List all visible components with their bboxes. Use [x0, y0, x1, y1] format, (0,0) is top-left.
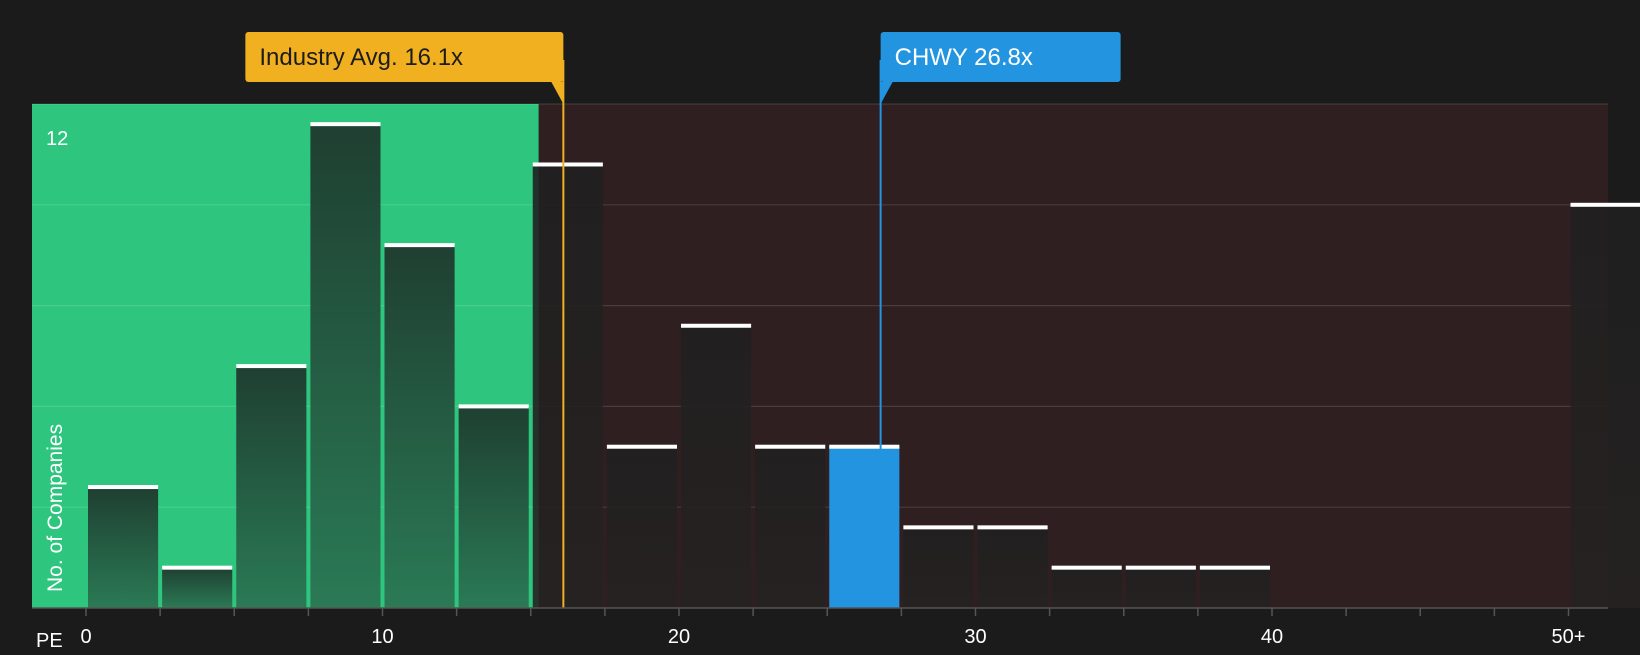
y-axis-label: No. of Companies — [44, 424, 67, 592]
company-pe-label: CHWY 26.8x — [895, 44, 1033, 71]
bar-top-cap — [829, 445, 899, 449]
bar-top-cap — [459, 404, 529, 408]
histogram-bar — [236, 366, 306, 608]
histogram-bar — [829, 447, 899, 608]
x-tick-label: 40 — [1261, 626, 1283, 648]
bar-top-cap — [385, 243, 455, 247]
histogram-bar — [385, 245, 455, 608]
histogram-bar — [1126, 568, 1196, 608]
bar-top-cap — [1200, 566, 1270, 570]
bar-top-cap — [1126, 566, 1196, 570]
histogram-bar — [1571, 205, 1640, 608]
histogram-bar — [755, 447, 825, 608]
pe-distribution-chart: Industry Avg. 16.1x CHWY 26.8x 0 10 20 30 40 5… — [0, 0, 1640, 650]
bar-top-cap — [1571, 203, 1640, 207]
histogram-bar — [88, 487, 158, 608]
callout-pointer — [551, 82, 563, 104]
histogram-bar — [903, 527, 973, 608]
x-tick-label: 20 — [668, 626, 690, 648]
histogram-bar — [681, 326, 751, 608]
bar-top-cap — [903, 525, 973, 529]
bar-top-cap — [533, 162, 603, 166]
histogram-bar — [162, 568, 232, 608]
bar-top-cap — [310, 122, 380, 126]
histogram-bar — [607, 447, 677, 608]
callout-pointer — [881, 82, 893, 104]
x-tick-label: 30 — [964, 626, 986, 648]
bar-top-cap — [978, 525, 1048, 529]
x-axis-label: PE — [36, 630, 63, 650]
bar-top-cap — [681, 324, 751, 328]
bar-top-cap — [88, 485, 158, 489]
chart-svg: Industry Avg. 16.1x CHWY 26.8x 0 10 20 30 40 5… — [0, 0, 1640, 650]
histogram-bar — [1052, 568, 1122, 608]
industry-average-label: Industry Avg. 16.1x — [259, 44, 463, 71]
histogram-bar — [1200, 568, 1270, 608]
x-tick-label: 0 — [80, 626, 91, 648]
histogram-bar — [978, 527, 1048, 608]
bar-top-cap — [236, 364, 306, 368]
histogram-bar — [310, 124, 380, 608]
bar-top-cap — [755, 445, 825, 449]
y-tick-label: 12 — [46, 128, 68, 150]
bar-top-cap — [162, 566, 232, 570]
histogram-bar — [459, 406, 529, 608]
bar-top-cap — [1052, 566, 1122, 570]
x-tick-label: 10 — [371, 626, 393, 648]
histogram-bar — [533, 164, 603, 608]
bar-top-cap — [607, 445, 677, 449]
x-tick-label: 50+ — [1552, 626, 1586, 648]
